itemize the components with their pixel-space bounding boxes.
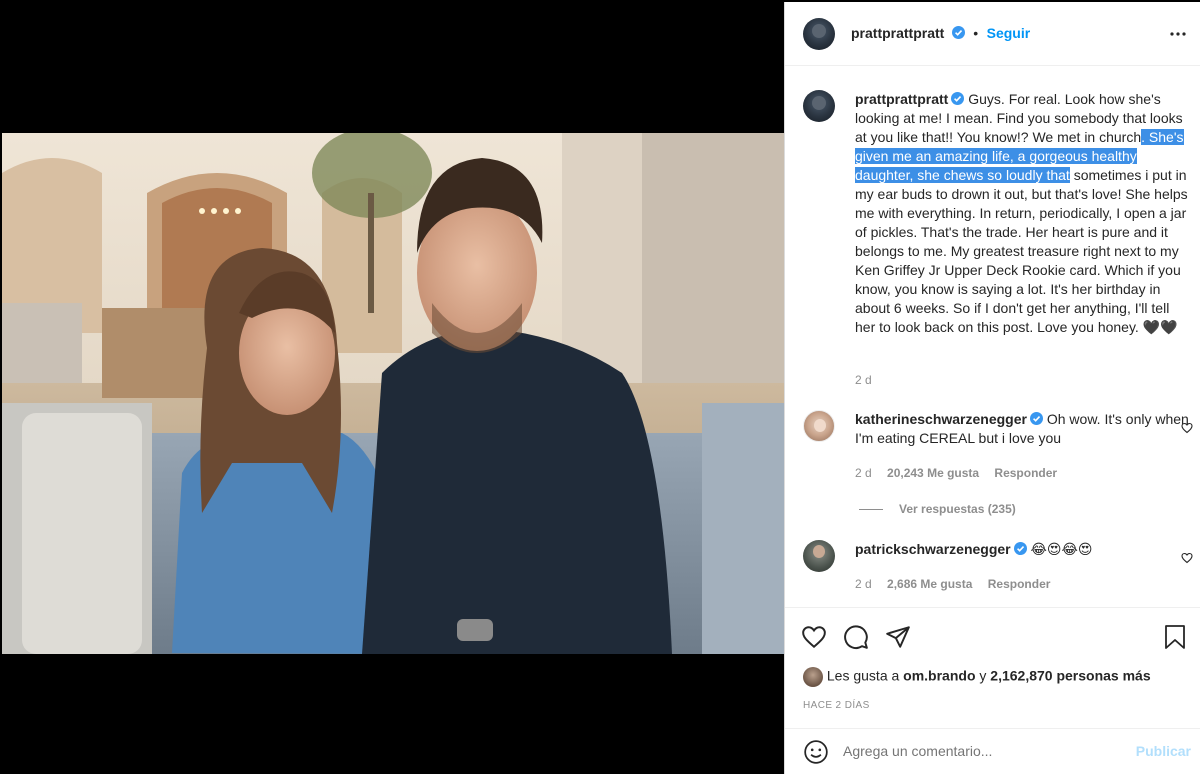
- author-username[interactable]: prattprattpratt: [851, 25, 944, 41]
- likes-middle: y: [975, 667, 991, 684]
- comment-body: 😂😍😂😍: [1026, 541, 1093, 557]
- commenter-username[interactable]: patrickschwarzenegger: [855, 541, 1011, 557]
- comment-like-heart-icon[interactable]: [1181, 422, 1193, 434]
- author-avatar[interactable]: [803, 18, 835, 50]
- heart-icon[interactable]: [801, 624, 827, 650]
- post-media-area: [0, 0, 784, 774]
- comment-likes-count[interactable]: 2,686 Me gusta: [887, 577, 972, 591]
- post-header: prattprattpratt • Seguir: [785, 2, 1200, 66]
- more-options-icon[interactable]: [1170, 32, 1186, 36]
- comment-input[interactable]: [843, 743, 1123, 759]
- caption-meta: 2 d: [855, 373, 884, 387]
- comment-reply-button[interactable]: Responder: [994, 466, 1057, 480]
- verified-badge-icon: [951, 92, 965, 105]
- verified-badge-icon: [1013, 542, 1027, 555]
- comment-time[interactable]: 2 d: [855, 466, 872, 480]
- caption-body-end: sometimes i put in my ear buds to drown …: [855, 167, 1188, 335]
- share-icon[interactable]: [885, 624, 911, 650]
- caption-author-avatar[interactable]: [803, 90, 835, 122]
- comment-icon[interactable]: [843, 624, 869, 650]
- likes-prefix: Les gusta a: [826, 667, 904, 684]
- comment-item: katherineschwarzenegger Oh wow. It's onl…: [803, 410, 1193, 520]
- view-replies-label: Ver respuestas (235): [899, 502, 1016, 516]
- separator-dot: •: [973, 25, 979, 41]
- view-replies-line: [859, 509, 883, 511]
- emoji-icon[interactable]: [803, 739, 829, 765]
- comment-text: patrickschwarzenegger 😂😍😂😍: [855, 540, 1191, 559]
- commenter-username[interactable]: katherineschwarzenegger: [855, 411, 1027, 427]
- post-photo[interactable]: [2, 133, 784, 654]
- caption-username[interactable]: prattprattpratt: [855, 91, 948, 107]
- author-row: prattprattpratt • Seguir: [851, 25, 1030, 43]
- comment-likes-count[interactable]: 20,243 Me gusta: [887, 466, 979, 480]
- likes-summary: Les gusta a om.brando y 2,162,870 person…: [803, 667, 1151, 687]
- post-timestamp[interactable]: HACE 2 DÍAS: [803, 700, 870, 711]
- bookmark-icon[interactable]: [1163, 624, 1187, 650]
- verified-badge-icon: [1029, 412, 1043, 425]
- commenter-avatar[interactable]: [803, 410, 835, 442]
- comment-text: katherineschwarzenegger Oh wow. It's onl…: [855, 410, 1191, 448]
- caption-text: prattprattpratt Guys. For real. Look how…: [855, 90, 1191, 337]
- caption-time[interactable]: 2 d: [855, 373, 872, 387]
- verified-badge-icon: [951, 26, 965, 39]
- post-actions-bar: [785, 607, 1200, 671]
- follow-button[interactable]: Seguir: [987, 25, 1031, 41]
- view-replies-button[interactable]: Ver respuestas (235): [859, 502, 1016, 516]
- likes-count[interactable]: 2,162,870 personas más: [990, 668, 1150, 684]
- post-detail-panel: prattprattpratt • Seguir prattprattpratt…: [784, 2, 1200, 774]
- comment-meta: 2 d 20,243 Me gusta Responder: [855, 466, 1069, 480]
- comment-reply-button[interactable]: Responder: [988, 577, 1051, 591]
- post-caption: prattprattpratt Guys. For real. Look how…: [803, 90, 1193, 390]
- liker-avatar[interactable]: [803, 667, 823, 687]
- comment-like-heart-icon[interactable]: [1181, 552, 1193, 564]
- comment-item: patrickschwarzenegger 😂😍😂😍 2 d 2,686 Me …: [803, 540, 1193, 600]
- comment-meta: 2 d 2,686 Me gusta Responder: [855, 577, 1062, 591]
- publish-button[interactable]: Publicar: [1136, 743, 1191, 759]
- comment-composer: Publicar: [785, 728, 1200, 774]
- commenter-avatar[interactable]: [803, 540, 835, 572]
- comment-time[interactable]: 2 d: [855, 577, 872, 591]
- liker-username[interactable]: om.brando: [903, 668, 975, 684]
